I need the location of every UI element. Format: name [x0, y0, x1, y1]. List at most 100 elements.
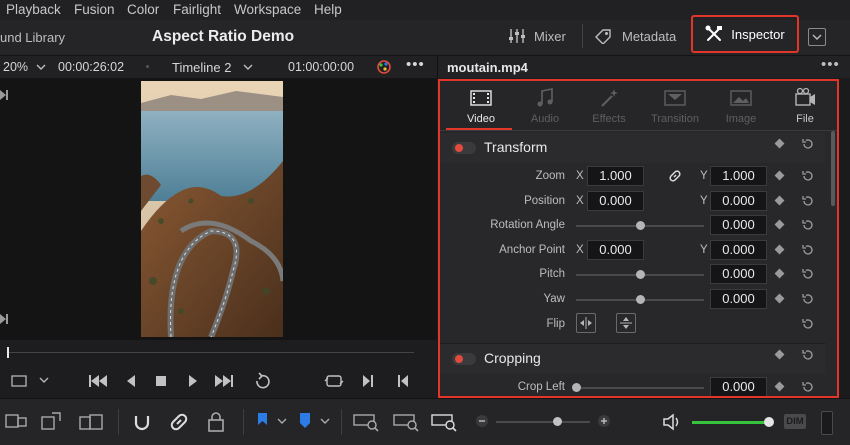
volume-knob[interactable]	[764, 417, 774, 427]
crop-left-slider-knob[interactable]	[572, 383, 581, 392]
reset-icon[interactable]	[801, 169, 815, 183]
zoom-x-field[interactable]: 1.000	[587, 166, 644, 186]
linked-selection-icon[interactable]	[168, 411, 190, 433]
reset-icon[interactable]	[801, 380, 815, 394]
zoom-in-icon[interactable]	[596, 413, 612, 429]
tab-transition[interactable]: Transition	[644, 87, 706, 125]
keyframe-diamond-icon[interactable]	[774, 219, 785, 230]
match-frame-icon[interactable]	[324, 373, 344, 389]
play-icon[interactable]	[186, 373, 200, 389]
chevron-down-icon[interactable]	[242, 62, 254, 72]
pitch-slider-knob[interactable]	[636, 270, 645, 279]
reset-icon[interactable]	[801, 292, 815, 306]
menu-fusion[interactable]: Fusion	[74, 2, 115, 17]
speaker-icon[interactable]	[662, 411, 682, 433]
zoom-y-field[interactable]: 1.000	[710, 166, 767, 186]
crop-left-field[interactable]: 0.000	[710, 377, 767, 396]
dim-button[interactable]: DIM	[784, 414, 806, 429]
transform-enable-toggle[interactable]	[452, 142, 476, 154]
scrub-track[interactable]	[8, 352, 414, 353]
reset-icon[interactable]	[801, 194, 815, 208]
replace-clip-icon[interactable]	[78, 411, 104, 433]
keyframe-diamond-icon[interactable]	[774, 138, 785, 149]
position-x-field[interactable]: 0.000	[587, 191, 644, 211]
crop-left-slider[interactable]	[576, 387, 704, 389]
play-reverse-icon[interactable]	[124, 373, 138, 389]
overwrite-clip-icon[interactable]	[40, 411, 64, 433]
anchor-x-field[interactable]: 0.000	[587, 240, 644, 260]
timeline-selector[interactable]: Timeline 2	[172, 60, 231, 75]
tab-video[interactable]: Video	[450, 87, 512, 125]
tab-effects[interactable]: Effects	[578, 87, 640, 125]
link-icon[interactable]	[668, 169, 682, 183]
position-y-field[interactable]: 0.000	[710, 191, 767, 211]
zoom-out-icon[interactable]	[474, 413, 490, 429]
chevron-down-icon[interactable]	[35, 62, 47, 72]
loop-icon[interactable]	[253, 372, 273, 390]
inspector-scrollbar[interactable]	[831, 131, 835, 206]
playhead[interactable]	[7, 347, 9, 358]
reset-icon[interactable]	[801, 267, 815, 281]
menu-help[interactable]: Help	[314, 2, 342, 17]
inspector-options-icon[interactable]: •••	[821, 56, 840, 73]
zoom-detail-icon[interactable]	[392, 411, 420, 433]
menu-playback[interactable]: Playback	[6, 2, 61, 17]
rotation-angle-field[interactable]: 0.000	[710, 215, 767, 235]
menu-color[interactable]: Color	[127, 2, 159, 17]
keyframe-diamond-icon[interactable]	[774, 268, 785, 279]
metadata-button[interactable]: Metadata	[594, 28, 676, 44]
menu-workspace[interactable]: Workspace	[234, 2, 301, 17]
zoom-custom-icon[interactable]	[430, 411, 458, 433]
reset-icon[interactable]	[801, 137, 815, 151]
keyframe-diamond-icon[interactable]	[774, 381, 785, 392]
previous-edit-icon[interactable]	[395, 373, 411, 389]
snapping-magnet-icon[interactable]	[131, 411, 153, 433]
chevron-down-icon[interactable]	[319, 416, 331, 426]
scrub-bar[interactable]	[0, 340, 437, 365]
marker-icon[interactable]	[298, 411, 312, 433]
reset-icon[interactable]	[801, 317, 815, 331]
position-lock-icon[interactable]	[206, 411, 226, 433]
reset-icon[interactable]	[801, 243, 815, 257]
viewer[interactable]	[0, 78, 437, 340]
tab-image[interactable]: Image	[710, 87, 772, 125]
keyframe-diamond-icon[interactable]	[774, 244, 785, 255]
cropping-enable-toggle[interactable]	[452, 353, 476, 365]
color-wheel-icon[interactable]	[375, 58, 393, 76]
keyframe-diamond-icon[interactable]	[774, 195, 785, 206]
keyframe-diamond-icon[interactable]	[774, 349, 785, 360]
expand-button[interactable]	[808, 28, 826, 46]
jump-to-end-icon[interactable]	[214, 373, 234, 389]
keyframe-diamond-icon[interactable]	[774, 293, 785, 304]
rotation-angle-slider-knob[interactable]	[636, 221, 645, 230]
pitch-field[interactable]: 0.000	[710, 264, 767, 284]
yaw-field[interactable]: 0.000	[710, 289, 767, 309]
insert-clip-icon[interactable]	[4, 411, 28, 433]
keyframe-diamond-icon[interactable]	[774, 170, 785, 181]
flip-vertical-button[interactable]	[616, 313, 636, 333]
zoom-full-icon[interactable]	[352, 411, 380, 433]
transform-section-header[interactable]: Transform	[440, 133, 825, 163]
sound-library-button[interactable]: und Library	[0, 30, 65, 45]
jump-to-start-icon[interactable]	[88, 373, 108, 389]
stop-icon[interactable]	[154, 373, 168, 389]
inspector-button[interactable]: Inspector	[691, 15, 799, 53]
mixer-button[interactable]: Mixer	[508, 28, 566, 44]
next-edit-icon[interactable]	[360, 373, 376, 389]
viewer-mode-icon[interactable]	[10, 373, 28, 389]
tab-file[interactable]: File	[774, 87, 836, 125]
anchor-y-field[interactable]: 0.000	[710, 240, 767, 260]
volume-slider[interactable]	[692, 421, 768, 424]
timeline-zoom-knob[interactable]	[553, 417, 562, 426]
chevron-down-icon[interactable]	[276, 416, 288, 426]
cropping-section-header[interactable]: Cropping	[440, 343, 825, 373]
timeline-zoom-slider[interactable]	[496, 421, 590, 423]
chevron-down-icon[interactable]	[38, 375, 50, 385]
viewer-options-icon[interactable]: •••	[406, 56, 425, 73]
reset-icon[interactable]	[801, 348, 815, 362]
flag-icon[interactable]	[255, 411, 269, 433]
menu-fairlight[interactable]: Fairlight	[173, 2, 221, 17]
yaw-slider-knob[interactable]	[636, 295, 645, 304]
tab-audio[interactable]: Audio	[514, 87, 576, 125]
flip-horizontal-button[interactable]	[576, 313, 596, 333]
